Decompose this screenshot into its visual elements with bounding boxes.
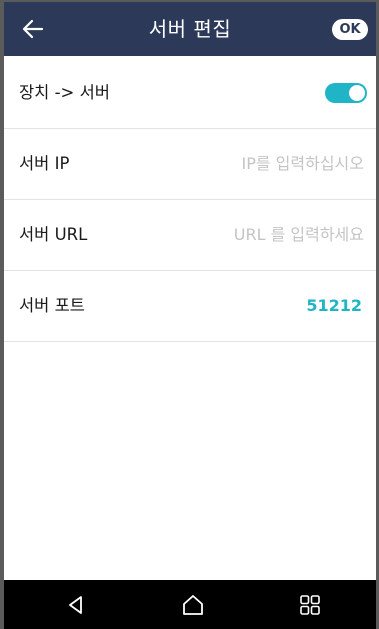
row-label: 장치 -> 서버 [19, 83, 110, 102]
app-header: 서버 편집 OK [4, 2, 376, 56]
system-nav-bar [4, 580, 376, 629]
arrow-left-icon [22, 19, 44, 39]
device-to-server-toggle[interactable] [325, 83, 367, 103]
settings-list: 장치 -> 서버 서버 IP IP를 입력하십시오 서버 URL URL 를 입… [4, 58, 376, 342]
nav-back-button[interactable] [62, 591, 90, 619]
row-label: 서버 포트 [19, 296, 85, 315]
back-button[interactable] [14, 10, 52, 48]
nav-recents-button[interactable] [296, 591, 324, 619]
screen: 서버 편집 OK 장치 -> 서버 서버 IP IP를 입력하십시오 서버 UR… [0, 0, 379, 629]
grid-recents-icon [300, 595, 320, 615]
server-url-input[interactable]: URL 를 입력하세요 [234, 200, 364, 270]
row-server-port[interactable]: 서버 포트 51212 [4, 271, 376, 342]
row-label: 서버 URL [19, 225, 88, 244]
row-device-to-server: 장치 -> 서버 [4, 58, 376, 129]
page-title: 서버 편집 [148, 17, 232, 41]
server-port-value[interactable]: 51212 [306, 271, 362, 341]
server-ip-input[interactable]: IP를 입력하십시오 [242, 129, 365, 199]
ok-button[interactable]: OK [332, 19, 368, 40]
row-server-url[interactable]: 서버 URL URL 를 입력하세요 [4, 200, 376, 271]
nav-home-button[interactable] [179, 591, 207, 619]
row-label: 서버 IP [19, 154, 70, 173]
home-icon [183, 595, 203, 615]
triangle-back-icon [69, 596, 82, 614]
row-server-ip[interactable]: 서버 IP IP를 입력하십시오 [4, 129, 376, 200]
toggle-knob [349, 85, 365, 101]
